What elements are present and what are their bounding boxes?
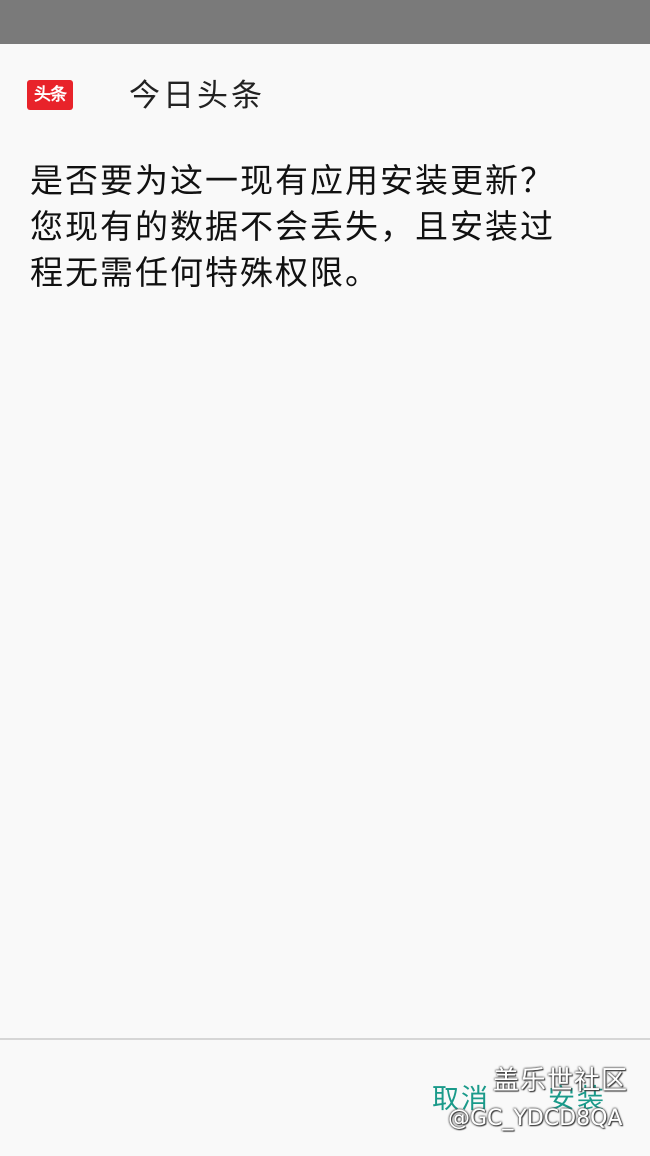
button-bar: 取消 安装: [0, 1040, 650, 1156]
message-line: 您现有的数据不会丢失，且安装过: [30, 207, 555, 246]
watermark-user-handle: @GC_YDCD8QA: [448, 1106, 623, 1131]
watermark-community-name: 盖乐世社区: [493, 1066, 629, 1096]
app-name: 今日头条: [129, 78, 265, 114]
message-line: 程无需任何特殊权限。: [30, 253, 380, 292]
message-line: 是否要为这一现有应用安装更新？: [30, 161, 555, 200]
status-bar: [0, 0, 650, 44]
app-header: 头条 今日头条: [0, 44, 650, 144]
toutiao-app-icon: 头条: [27, 80, 73, 110]
install-update-message: 是否要为这一现有应用安装更新？ 您现有的数据不会丢失，且安装过 程无需任何特殊权…: [30, 158, 610, 296]
